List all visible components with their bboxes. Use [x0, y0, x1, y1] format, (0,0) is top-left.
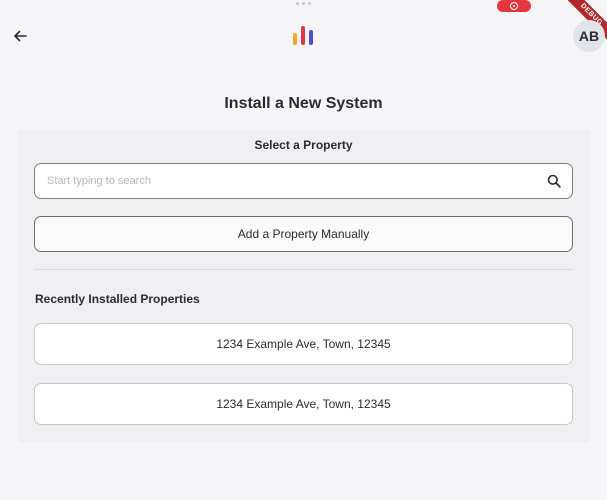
back-button[interactable]	[8, 24, 32, 48]
search-input[interactable]	[47, 175, 546, 187]
install-system-screen: DEBUG AB Install a New System Select a P…	[0, 0, 607, 500]
arrow-left-icon	[14, 30, 27, 42]
property-search-field[interactable]	[34, 163, 573, 199]
screen-record-indicator[interactable]	[497, 0, 531, 12]
add-property-manually-button[interactable]: Add a Property Manually	[34, 216, 573, 252]
recent-property-item[interactable]: 1234 Example Ave, Town, 12345	[34, 323, 573, 365]
search-icon[interactable]	[546, 173, 562, 189]
page-title: Install a New System	[224, 95, 383, 112]
divider	[34, 269, 573, 270]
recent-property-item[interactable]: 1234 Example Ave, Town, 12345	[34, 383, 573, 425]
screen-record-icon	[510, 2, 518, 10]
bar-chart-logo-icon	[293, 26, 313, 45]
avatar[interactable]: AB	[573, 20, 605, 52]
recent-properties-heading: Recently Installed Properties	[35, 292, 200, 306]
window-handle-dots	[296, 2, 312, 6]
select-property-heading: Select a Property	[254, 138, 353, 152]
